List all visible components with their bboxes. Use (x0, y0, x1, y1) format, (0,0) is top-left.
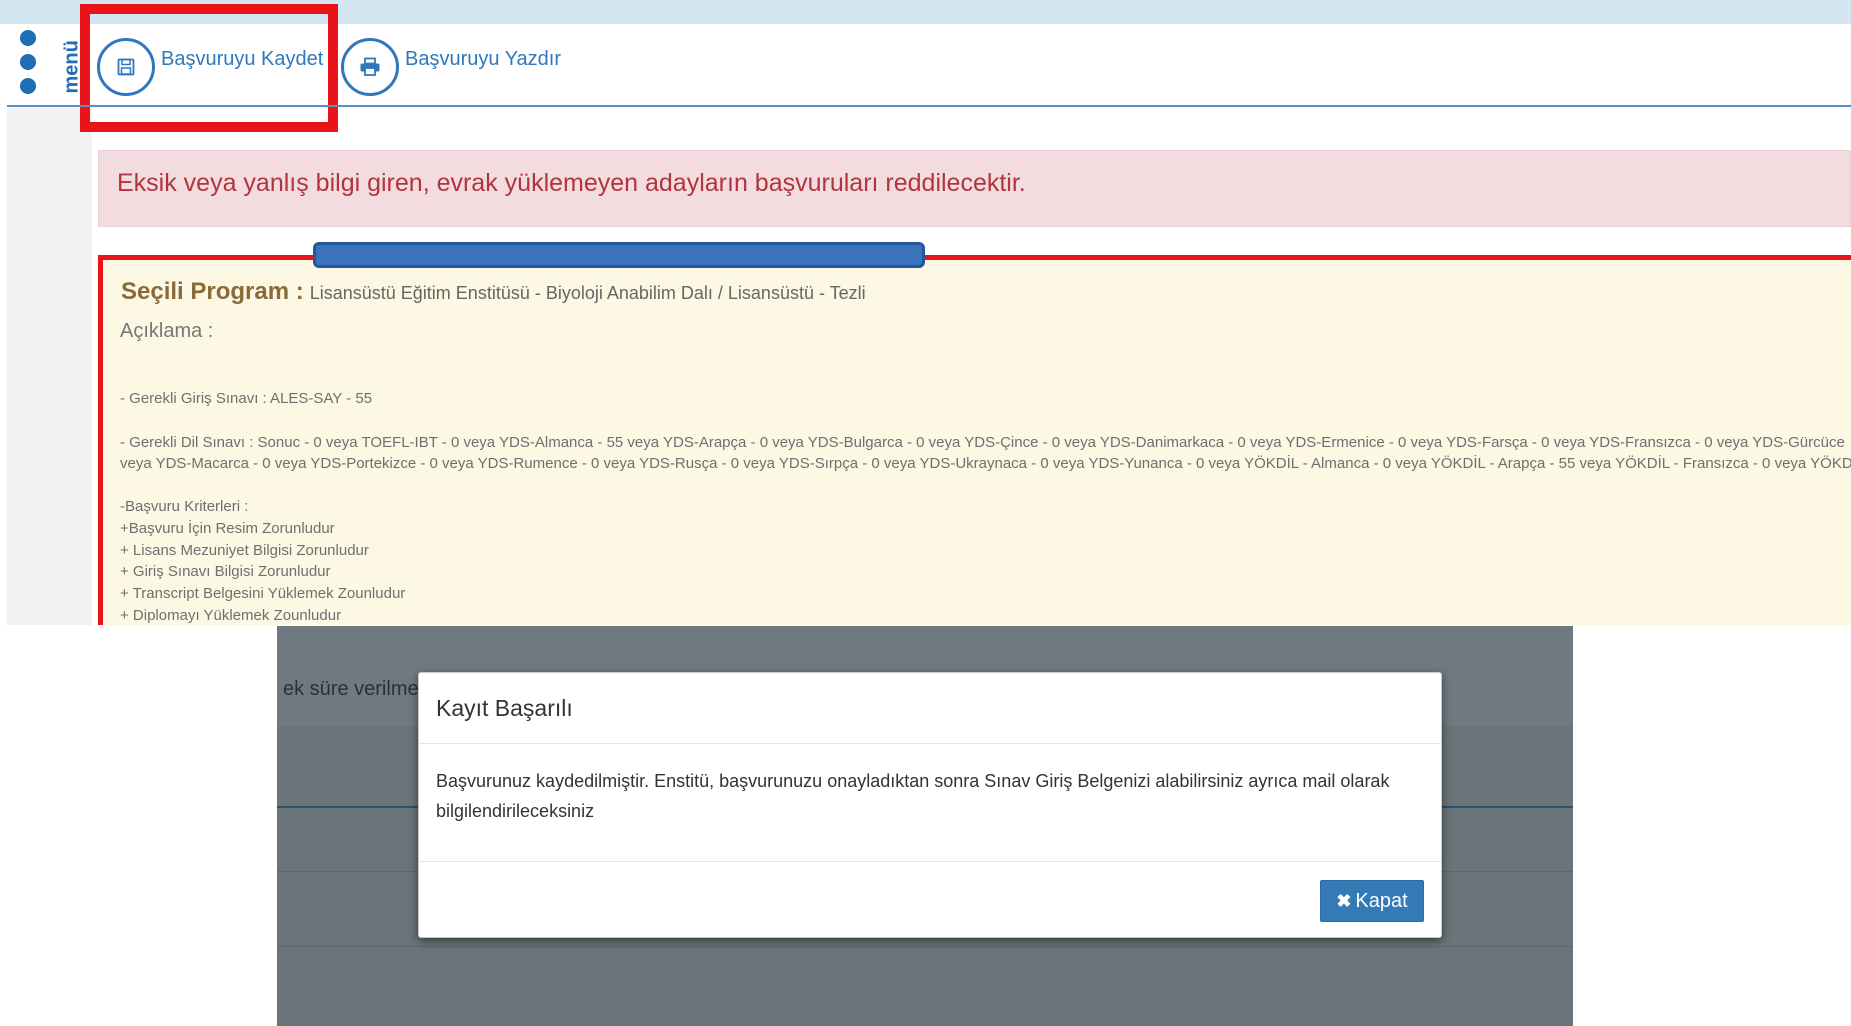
selected-program-heading: Seçili Program : Lisansüstü Eğitim Enstit… (121, 278, 866, 306)
dialog-message: Başvurunuz kaydedilmiştir. Enstitü, başv… (436, 771, 1390, 821)
menu-dot-icon (20, 78, 36, 94)
close-icon: ✖ (1336, 890, 1352, 911)
required-language-text-2: veya YDS-Macarca - 0 veya YDS-Portekizce… (120, 455, 1851, 472)
selected-program-label: Seçili Program : (121, 278, 304, 305)
backdrop-partial-text: ek süre verilme (283, 678, 419, 700)
print-icon (341, 38, 399, 96)
backdrop-divider (277, 946, 1573, 947)
criteria-item: + Transcript Belgesini Yüklemek Zounludu… (120, 585, 406, 602)
close-button[interactable]: ✖ Kapat (1320, 880, 1424, 922)
description-label: Açıklama : (120, 320, 214, 342)
left-gutter (7, 108, 92, 625)
print-application-label: Başvuruyu Yazdır (405, 47, 562, 70)
criteria-item: +Başvuru İçin Resim Zorunludur (120, 520, 335, 537)
required-exam-text: - Gerekli Giriş Sınavı : ALES-SAY - 55 (120, 390, 373, 407)
close-button-label: Kapat (1355, 889, 1408, 912)
selected-program-value: Lisansüstü Eğitim Enstitüsü - Biyoloji A… (309, 283, 866, 303)
save-success-screen: ek süre verilme Kayıt Başarılı Başvurunu… (277, 626, 1573, 1026)
dialog-footer-divider (419, 861, 1441, 862)
required-language-text-1: - Gerekli Dil Sınavı : Sonuc - 0 veya TO… (120, 434, 1845, 451)
warning-alert-text: Eksik veya yanlış bilgi giren, evrak yük… (117, 169, 1026, 197)
criteria-title: -Başvuru Kriterleri : (120, 498, 249, 515)
criteria-item: + Giriş Sınavı Bilgisi Zorunludur (120, 563, 331, 580)
application-form-screen: menü Başvuruyu Kaydet Başvuruyu Yazdır E… (0, 0, 1851, 625)
menu-dot-icon (20, 30, 36, 46)
criteria-item: + Diplomayı Yüklemek Zounludur (120, 607, 342, 624)
print-application-button[interactable]: Başvuruyu Yazdır (341, 38, 561, 96)
menu-dot-icon (20, 54, 36, 70)
redacted-bar (313, 242, 925, 268)
dialog-header-divider (419, 743, 1441, 744)
menu-toggle[interactable]: menü (20, 28, 88, 120)
toolbar-divider (7, 105, 1851, 107)
warning-alert: Eksik veya yanlış bilgi giren, evrak yük… (98, 150, 1851, 227)
criteria-item: + Lisans Mezuniyet Bilgisi Zorunludur (120, 542, 369, 559)
save-success-dialog: Kayıt Başarılı Başvurunuz kaydedilmiştir… (418, 672, 1442, 938)
dialog-title: Kayıt Başarılı (436, 695, 573, 721)
save-button-highlight (80, 4, 338, 132)
